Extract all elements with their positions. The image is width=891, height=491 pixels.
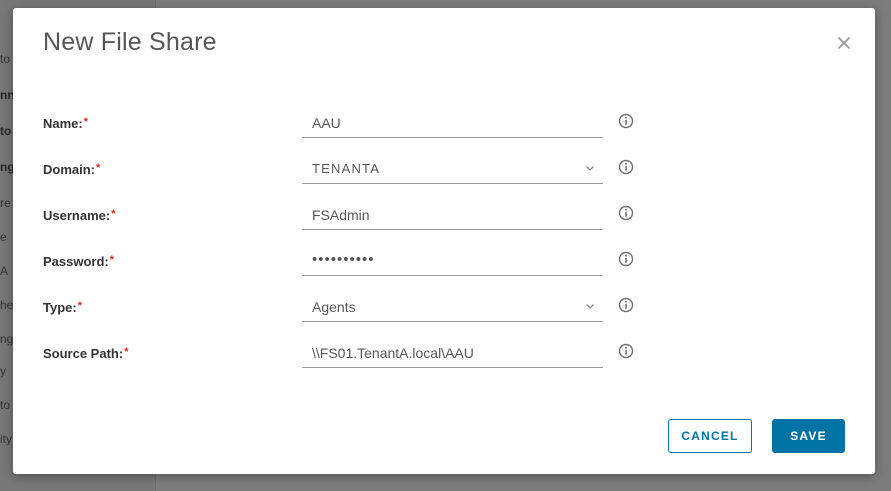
save-button[interactable]: SAVE [772, 419, 845, 453]
domain-select-value: TENANTA [312, 161, 381, 176]
required-mark: * [124, 346, 129, 358]
type-label: Type:* [43, 300, 82, 315]
password-label-text: Password: [43, 254, 109, 269]
info-icon[interactable] [618, 297, 634, 313]
source-path-input-value: \\FS01.TenantA.local\AAU [312, 345, 474, 361]
username-input-value: FSAdmin [312, 207, 370, 223]
domain-label-text: Domain: [43, 162, 95, 177]
info-icon[interactable] [618, 343, 634, 359]
required-mark: * [77, 300, 82, 312]
close-icon [838, 37, 850, 49]
info-icon[interactable] [618, 205, 634, 221]
domain-label: Domain:* [43, 162, 101, 177]
type-select[interactable]: Agents [302, 291, 603, 322]
chevron-down-icon [586, 166, 594, 171]
username-input[interactable]: FSAdmin [302, 199, 603, 230]
name-input-value: AAU [312, 115, 341, 131]
username-label: Username:* [43, 208, 116, 223]
required-mark: * [109, 254, 115, 266]
required-mark: * [83, 116, 89, 128]
name-label: Name:* [43, 116, 89, 131]
form-row-source-path: Source Path:* \\FS01.TenantA.local\AAU [13, 343, 875, 393]
info-icon[interactable] [618, 251, 634, 267]
password-input-value: •••••••••• [312, 251, 375, 268]
chevron-down-icon [586, 304, 594, 309]
required-mark: * [96, 162, 101, 174]
username-label-text: Username: [43, 208, 111, 223]
close-button[interactable] [835, 34, 853, 52]
name-label-text: Name: [43, 116, 83, 131]
type-label-text: Type: [43, 300, 77, 315]
source-path-label-text: Source Path: [43, 346, 124, 361]
name-input[interactable]: AAU [302, 107, 603, 138]
new-file-share-dialog: New File Share Name:* AAU Domain:* TENAN… [13, 8, 875, 474]
type-select-value: Agents [312, 299, 356, 315]
cancel-button[interactable]: CANCEL [668, 419, 752, 453]
source-path-label: Source Path:* [43, 346, 129, 361]
info-icon[interactable] [618, 159, 634, 175]
required-mark: * [111, 208, 116, 220]
domain-select[interactable]: TENANTA [302, 153, 603, 184]
dialog-title: New File Share [43, 28, 217, 56]
password-input[interactable]: •••••••••• [302, 245, 603, 276]
source-path-input[interactable]: \\FS01.TenantA.local\AAU [302, 337, 603, 368]
info-icon[interactable] [618, 113, 634, 129]
password-label: Password:* [43, 254, 115, 269]
